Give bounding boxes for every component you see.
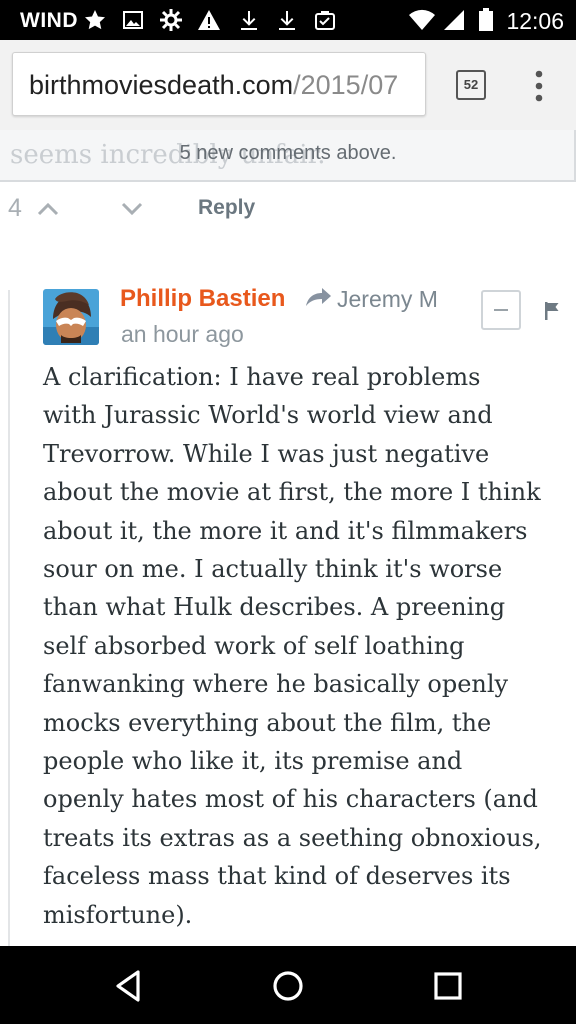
overflow-menu-icon[interactable]	[528, 66, 550, 106]
star-icon	[85, 10, 105, 30]
download-icon	[279, 11, 295, 30]
avatar[interactable]	[43, 289, 99, 345]
comment-line: misfortune).	[43, 900, 193, 929]
url-domain: birthmoviesdeath.com	[29, 70, 294, 100]
url-bar[interactable]: birthmoviesdeath.com/2015/07	[12, 52, 426, 116]
tab-switcher-button[interactable]: 52	[456, 70, 486, 100]
thread-line	[8, 290, 10, 946]
comment-line: faceless mass that kind of deserves its	[43, 862, 511, 891]
clipboard-check-icon	[315, 11, 335, 30]
comment-line: about it, the more it and it's filmmaker…	[43, 516, 528, 545]
clock: 12:06	[506, 8, 564, 34]
reply-arrow-icon	[306, 288, 331, 306]
new-comments-label: 5 new comments above.	[179, 142, 397, 164]
comment-line: mocks everything about the film, the	[43, 708, 492, 737]
browser-toolbar: birthmoviesdeath.com/2015/07 52	[0, 40, 576, 130]
home-icon[interactable]	[270, 968, 306, 1004]
collapse-button[interactable]	[481, 290, 521, 330]
comment-line: openly hates most of his characters (and	[43, 785, 538, 814]
comment-line: than what Hulk describes. A preening	[43, 593, 506, 622]
signal-icon	[444, 10, 464, 30]
vote-count: 4	[8, 194, 22, 222]
status-bar: WIND 12:06	[0, 0, 576, 40]
warning-icon	[198, 10, 220, 30]
comment-line: people who like it, its premise and	[43, 747, 463, 776]
back-icon[interactable]	[110, 968, 146, 1004]
settings-icon	[160, 9, 182, 31]
url-text: birthmoviesdeath.com/2015/07	[29, 70, 398, 101]
upvote-icon[interactable]	[36, 200, 60, 218]
comment-line: with Jurassic World's world view and	[43, 401, 493, 430]
downvote-icon[interactable]	[120, 200, 144, 218]
url-path: /2015/07	[293, 70, 399, 100]
carrier-name: WIND	[20, 9, 78, 32]
battery-icon	[479, 8, 493, 31]
new-comments-banner[interactable]: seems incredibly unfair. 5 new comments …	[0, 130, 576, 182]
comment-author[interactable]: Phillip Bastien	[120, 285, 285, 313]
comment-line: self absorbed work of self loathing	[43, 631, 465, 660]
wifi-icon	[409, 9, 435, 30]
vote-row: 4 Reply	[0, 186, 576, 236]
recents-icon[interactable]	[430, 968, 466, 1004]
reply-to-user[interactable]: Jeremy M	[337, 286, 438, 313]
comment-line: treats its extras as a seething obnoxiou…	[43, 823, 542, 852]
flag-icon[interactable]	[543, 300, 561, 322]
comment-line: about the movie at first, the more I thi…	[43, 478, 541, 507]
download-icon	[241, 11, 257, 30]
image-icon	[123, 11, 143, 29]
comment-line: sour on me. I actually think it's worse	[43, 555, 503, 584]
comment-line: A clarification: I have real problems	[43, 363, 481, 391]
comment-line: fanwanking where he basically openly	[43, 670, 509, 699]
comment-body: A clarification: I have real problems wi…	[43, 358, 576, 934]
comment-timestamp[interactable]: an hour ago	[121, 321, 244, 348]
reply-button[interactable]: Reply	[198, 196, 255, 220]
comment-line: Trevorrow. While I was just negative	[43, 439, 490, 468]
navigation-bar	[0, 946, 576, 1024]
